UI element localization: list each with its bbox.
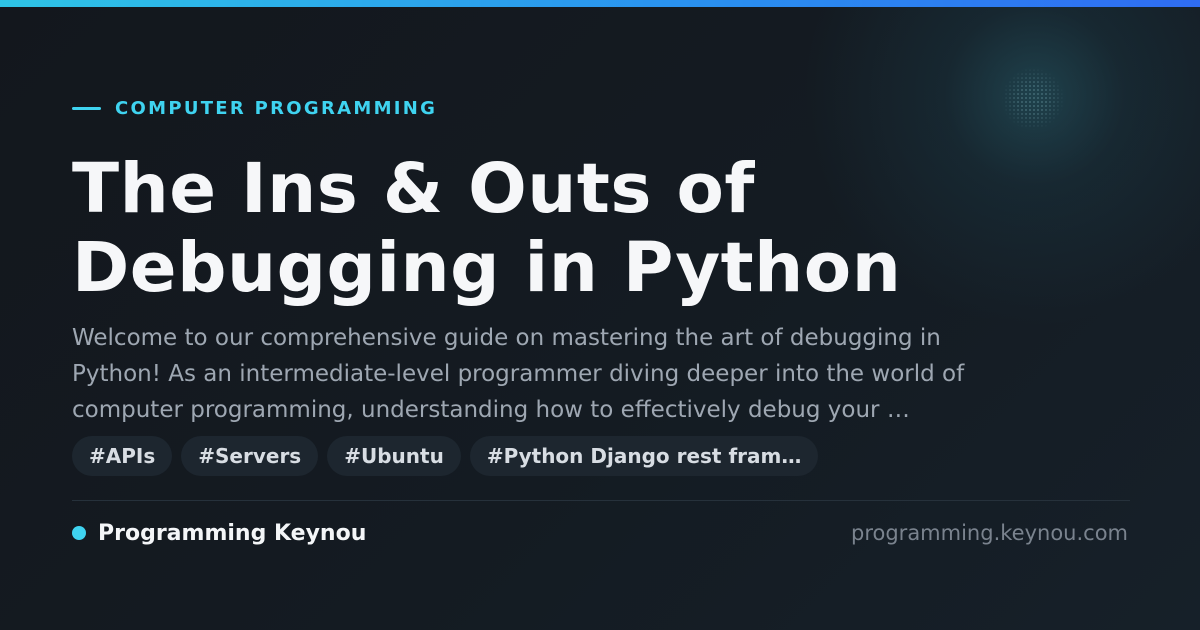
title-line: The Ins & Outs of	[72, 149, 755, 229]
footer-divider	[72, 500, 1130, 501]
description-line: Welcome to our comprehensive guide on ma…	[72, 325, 941, 351]
tag-chip: #Servers	[181, 436, 319, 476]
article-description: Welcome to our comprehensive guide on ma…	[72, 320, 1122, 428]
tag-chip: #Ubuntu	[327, 436, 461, 476]
tag-list: #APIs #Servers #Ubuntu #Python Django re…	[72, 436, 827, 476]
category-kicker: COMPUTER PROGRAMMING	[72, 96, 437, 120]
site-domain: programming.keynou.com	[851, 521, 1128, 545]
dot-pattern-decoration	[1000, 68, 1066, 130]
accent-line-icon	[72, 106, 101, 110]
brand: Programming Keynou	[72, 521, 366, 546]
description-line: Python! As an intermediate-level program…	[72, 361, 965, 387]
tag-chip: #Python Django rest fram…	[469, 436, 819, 476]
description-line: computer programming, understanding how …	[72, 397, 910, 423]
category-label: COMPUTER PROGRAMMING	[115, 97, 438, 119]
footer: Programming Keynou programming.keynou.co…	[72, 517, 1130, 549]
share-card: COMPUTER PROGRAMMING The Ins & Outs of D…	[0, 0, 1200, 630]
brand-name: Programming Keynou	[98, 520, 367, 546]
dot-icon	[72, 526, 86, 540]
tag-chip: #APIs	[72, 436, 173, 476]
title-line: Debugging in Python	[72, 228, 902, 308]
article-title: The Ins & Outs of Debugging in Python	[72, 150, 1132, 308]
top-accent-bar	[0, 0, 1200, 7]
